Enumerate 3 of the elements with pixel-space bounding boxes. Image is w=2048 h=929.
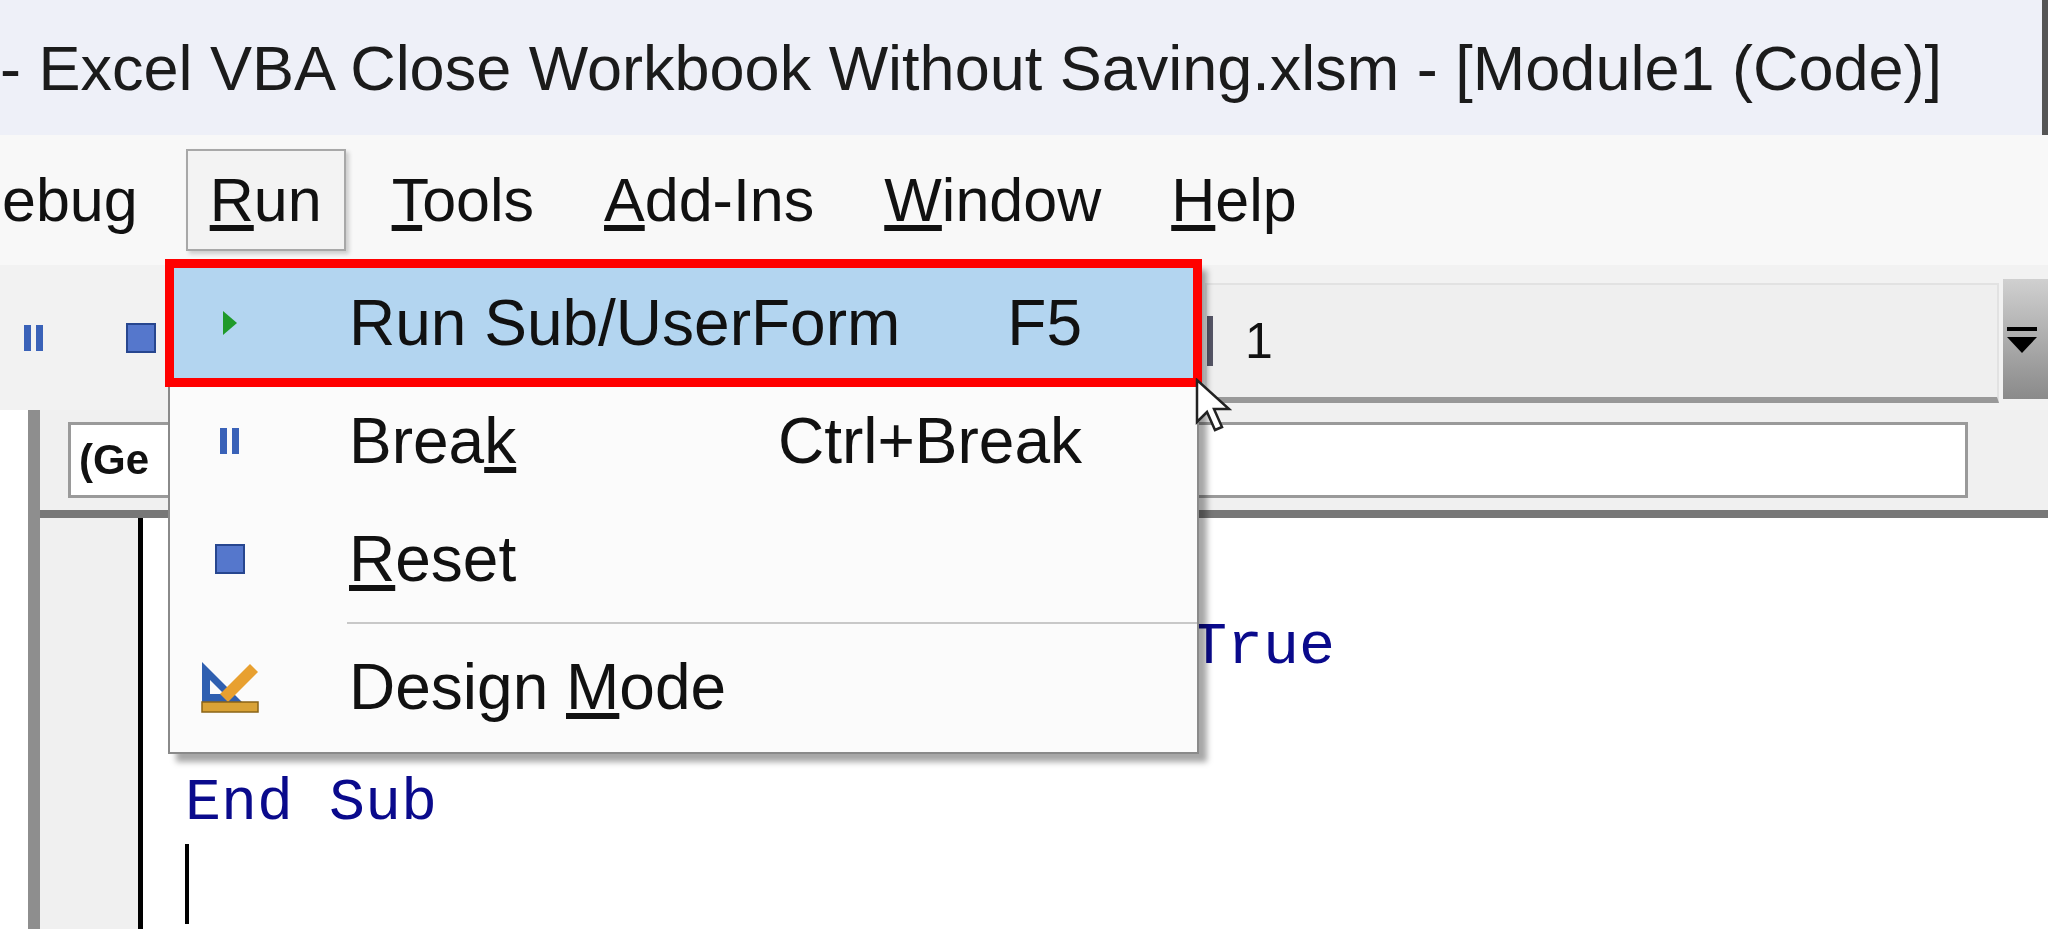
code-line: True (1191, 613, 1336, 681)
code-line: End Sub (185, 769, 438, 837)
window-title: - Excel VBA Close Workbook Without Saving.xlsm - [Module1 (Code)] (0, 31, 1943, 104)
